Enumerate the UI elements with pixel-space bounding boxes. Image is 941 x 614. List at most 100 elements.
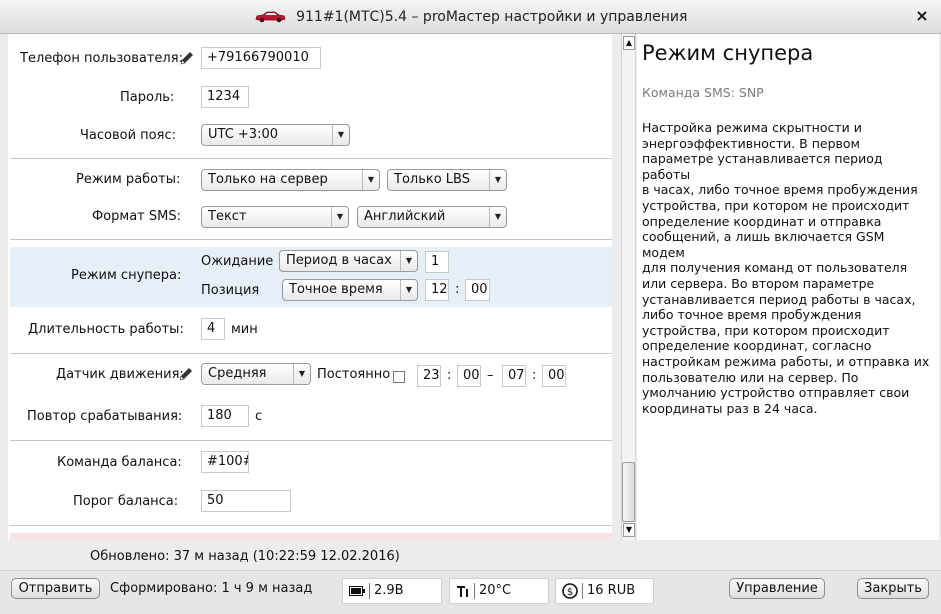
- sniper-wait-value-field[interactable]: 1: [425, 251, 449, 273]
- help-line: пользователю или на сервер. По: [642, 369, 859, 385]
- location-method-value: Только LBS: [394, 172, 470, 187]
- password-field[interactable]: 1234: [201, 86, 249, 108]
- phone-label: Телефон пользователя:: [20, 51, 183, 66]
- settings-scrollbar[interactable]: ▲ ▼: [621, 34, 636, 540]
- updated-status: Обновлено: 37 м назад (10:22:59 12.02.20…: [90, 549, 400, 564]
- window-title-wrap: 911#1(МТС)5.4 – proМастер настройки и уп…: [0, 9, 941, 25]
- sms-language-select[interactable]: Английский ▼: [357, 206, 507, 228]
- window-title: 911#1(МТС)5.4 – proМастер настройки и уп…: [296, 9, 688, 25]
- motion-to-hour-field[interactable]: 07: [502, 365, 526, 387]
- help-sms-command: Команда SMS: SNP: [642, 85, 764, 100]
- divider: [10, 158, 612, 159]
- motion-from-hour-field[interactable]: 23: [417, 365, 441, 387]
- balance-value: 16 RUB: [587, 583, 636, 598]
- temperature-status: 20°C: [449, 578, 549, 604]
- help-line: определение координат и отправка: [642, 213, 882, 229]
- phone-field[interactable]: +79166790010: [201, 47, 321, 69]
- repeat-unit: с: [255, 409, 263, 424]
- svg-text:$: $: [567, 587, 573, 598]
- help-line: в часах, либо точное время пробуждения: [642, 182, 918, 198]
- timezone-select-value: UTC +3:00: [208, 127, 278, 142]
- help-line: или сервера. Во втором параметре: [642, 275, 875, 291]
- help-line: умолчанию устройство отправляет свои: [642, 385, 910, 401]
- edit-motion-pencil-icon[interactable]: [177, 365, 195, 383]
- location-method-select[interactable]: Только LBS ▼: [387, 169, 507, 191]
- help-line: определение координат, согласно: [642, 338, 872, 354]
- battery-icon: [349, 585, 365, 596]
- help-panel: Режим снупера Команда SMS: SNP Настройка…: [637, 34, 939, 540]
- timezone-select[interactable]: UTC +3:00 ▼: [201, 124, 350, 146]
- refresh-money-icon: $: [562, 582, 578, 599]
- repeat-field[interactable]: 180: [201, 405, 249, 427]
- battery-status: 2.9В: [342, 578, 442, 604]
- time-colon: :: [532, 368, 537, 383]
- settings-panel: Телефон пользователя: +79166790010 Парол…: [8, 34, 612, 540]
- time-colon: :: [447, 368, 452, 383]
- motion-sensitivity-value: Средняя: [208, 366, 267, 381]
- control-button[interactable]: Управление: [729, 578, 825, 599]
- chevron-down-icon: ▼: [362, 170, 379, 190]
- chevron-down-icon: ▼: [489, 170, 506, 190]
- temperature-value: 20°C: [479, 583, 512, 598]
- status-divider: [369, 582, 370, 599]
- help-line: либо точное время пробуждения: [642, 307, 862, 323]
- sms-format-value: Текст: [208, 209, 247, 224]
- sniper-hour-field[interactable]: 12: [425, 279, 449, 301]
- bottom-bar: Отправить Сформировано: 1 ч 9 м назад 2.…: [0, 570, 941, 614]
- divider: [10, 353, 612, 354]
- motion-to-minute-field[interactable]: 00: [542, 365, 566, 387]
- formed-status: Сформировано: 1 ч 9 м назад: [110, 581, 313, 596]
- motion-always-checkbox[interactable]: [393, 371, 405, 383]
- help-line: энергоэффективности. В первом: [642, 135, 860, 151]
- time-colon: :: [455, 282, 460, 297]
- status-divider: [474, 582, 475, 599]
- scroll-down-arrow-icon[interactable]: ▼: [623, 523, 635, 537]
- sniper-wait-label: Ожидание: [201, 254, 274, 269]
- chevron-down-icon: ▼: [400, 251, 417, 271]
- help-line: устройства, при котором происходит: [642, 322, 890, 338]
- scroll-up-arrow-icon[interactable]: ▲: [623, 36, 635, 50]
- motion-sensitivity-select[interactable]: Средняя ▼: [201, 363, 311, 385]
- help-description: Настройка режима скрытности и энергоэффе…: [642, 120, 931, 416]
- sniper-minute-field[interactable]: 00: [465, 279, 490, 301]
- duration-unit: мин: [231, 322, 258, 337]
- chevron-down-icon: ▼: [332, 125, 349, 145]
- duration-field[interactable]: 4: [201, 318, 225, 340]
- status-divider: [582, 582, 583, 599]
- repeat-label: Повтор срабатывания:: [27, 409, 183, 424]
- balance-command-field[interactable]: #100#: [201, 451, 249, 473]
- title-bar: 911#1(МТС)5.4 – proМастер настройки и уп…: [0, 0, 941, 34]
- send-button[interactable]: Отправить: [11, 578, 100, 599]
- battery-value: 2.9В: [374, 583, 404, 598]
- timezone-label: Часовой пояс:: [80, 128, 176, 143]
- chevron-down-icon: ▼: [331, 207, 348, 227]
- motion-from-minute-field[interactable]: 00: [457, 365, 481, 387]
- car-icon: [255, 11, 286, 23]
- mode-select-value: Только на сервер: [208, 172, 328, 187]
- sniper-wait-mode-select[interactable]: Период в часах ▼: [279, 250, 418, 272]
- window-close-button[interactable]: ×: [913, 7, 931, 25]
- close-button[interactable]: Закрыть: [857, 578, 929, 599]
- mode-select[interactable]: Только на сервер ▼: [201, 169, 380, 191]
- password-label: Пароль:: [120, 90, 175, 105]
- help-line: координаты раз в 24 часа.: [642, 400, 818, 416]
- sniper-position-mode-select[interactable]: Точное время ▼: [282, 279, 418, 301]
- help-line: параметре устанавливается период работы: [642, 151, 883, 182]
- next-row-highlight: [10, 533, 612, 540]
- sniper-wait-mode-value: Период в часах: [286, 253, 392, 268]
- help-line: Настройка режима скрытности и: [642, 120, 862, 135]
- sniper-position-label: Позиция: [201, 283, 260, 298]
- mode-label: Режим работы:: [76, 172, 181, 187]
- motion-always-label: Постоянно: [317, 367, 391, 382]
- sms-format-select[interactable]: Текст ▼: [201, 206, 349, 228]
- chevron-down-icon: ▼: [293, 364, 310, 384]
- divider: [10, 525, 612, 526]
- motion-sensor-label: Датчик движения:: [56, 367, 184, 382]
- balance-threshold-field[interactable]: 50: [201, 490, 291, 512]
- chevron-down-icon: ▼: [400, 280, 417, 300]
- balance-threshold-label: Порог баланса:: [73, 494, 179, 509]
- scrollbar-thumb[interactable]: [622, 462, 635, 522]
- help-line: устанавливается период работы в часах,: [642, 291, 916, 307]
- help-line: настройкам режима работы, и отправка их: [642, 353, 930, 369]
- edit-phone-pencil-icon[interactable]: [178, 49, 196, 67]
